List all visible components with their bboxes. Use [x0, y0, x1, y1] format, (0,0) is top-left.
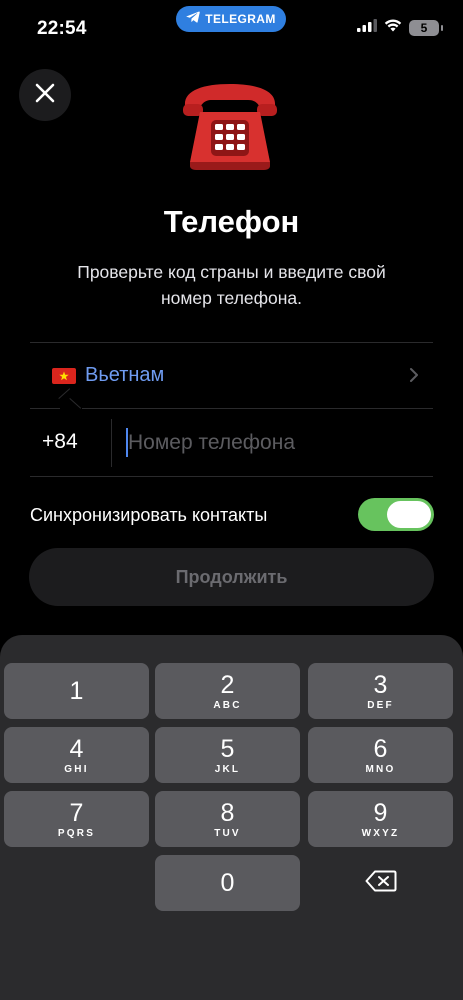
backspace-icon [365, 870, 397, 897]
chevron-right-icon [409, 367, 419, 388]
toggle-knob [387, 501, 431, 528]
country-name: Вьетнам [85, 364, 165, 386]
key-digit: 1 [69, 677, 84, 705]
key-5[interactable]: 5 JKL [155, 727, 300, 783]
telegram-icon [186, 10, 200, 28]
country-code[interactable]: +84 [42, 430, 78, 454]
status-time: 22:54 [37, 18, 87, 39]
key-letters: JKL [214, 764, 241, 775]
key-6[interactable]: 6 MNO [308, 727, 453, 783]
key-digit: 2 [220, 671, 235, 699]
wifi-icon [384, 19, 402, 37]
key-digit: 7 [69, 799, 84, 827]
key-digit: 5 [220, 735, 235, 763]
key-digit: 4 [69, 735, 84, 763]
key-letters: MNO [365, 764, 396, 775]
backspace-button[interactable] [308, 855, 453, 911]
key-digit: 9 [373, 799, 388, 827]
status-indicators: 5 [357, 19, 443, 37]
numeric-keypad: 1 2 ABC 3 DEF 4 GHI 5 JKL 6 MNO 7 PQRS 8… [0, 635, 463, 1000]
close-button[interactable] [19, 69, 71, 121]
key-letters: DEF [367, 700, 394, 711]
key-digit: 8 [220, 799, 235, 827]
key-digit: 3 [373, 671, 388, 699]
key-1[interactable]: 1 [4, 663, 149, 719]
key-2[interactable]: 2 ABC [155, 663, 300, 719]
page-title: Телефон [163, 204, 300, 239]
key-3[interactable]: 3 DEF [308, 663, 453, 719]
key-letters: WXYZ [361, 828, 400, 839]
key-letters: PQRS [57, 828, 96, 839]
key-9[interactable]: 9 WXYZ [308, 791, 453, 847]
battery-icon: 5 [409, 20, 443, 36]
page-subtitle: Проверьте код страны и введите свой номе… [77, 262, 386, 308]
divider [111, 419, 112, 467]
country-selector[interactable]: Вьетнам [30, 343, 433, 409]
key-0[interactable]: 0 [155, 855, 300, 911]
telephone-illustration [178, 80, 282, 172]
key-7[interactable]: 7 PQRS [4, 791, 149, 847]
continue-button[interactable]: Продолжить [29, 548, 434, 606]
divider [30, 476, 433, 477]
close-icon [35, 83, 55, 108]
divider [30, 408, 60, 409]
key-4[interactable]: 4 GHI [4, 727, 149, 783]
telegram-pill-label: TELEGRAM [205, 12, 276, 26]
sync-contacts-toggle[interactable] [358, 498, 434, 531]
vietnam-flag-icon [52, 368, 76, 384]
key-8[interactable]: 8 TUV [155, 791, 300, 847]
cellular-signal-icon [357, 19, 377, 37]
divider [82, 408, 433, 409]
key-letters: TUV [214, 828, 241, 839]
sync-contacts-label: Синхронизировать контакты [30, 505, 268, 525]
key-digit: 0 [220, 869, 235, 897]
key-digit: 6 [373, 735, 388, 763]
key-letters: ABC [213, 700, 242, 711]
key-letters: GHI [64, 764, 89, 775]
telegram-pill[interactable]: TELEGRAM [176, 6, 286, 32]
phone-number-input[interactable] [128, 424, 418, 462]
